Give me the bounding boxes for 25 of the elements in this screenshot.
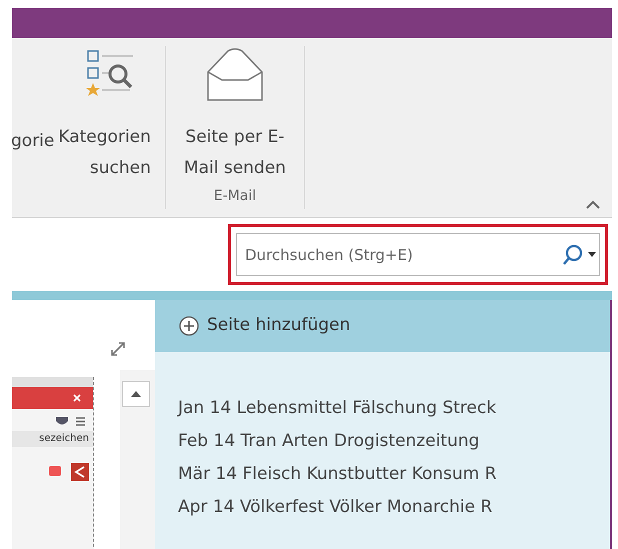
dropdown-caret-icon[interactable] bbox=[588, 252, 596, 258]
plus-circle-icon bbox=[179, 316, 199, 336]
group-label: E-Mail bbox=[214, 187, 256, 206]
expand-icon[interactable] bbox=[109, 340, 127, 358]
search-icon[interactable] bbox=[562, 244, 584, 266]
page-title[interactable]: Jan 14 Lebensmittel Fälschung Streck bbox=[178, 397, 610, 419]
send-mail-button[interactable]: Seite per E- Mail senden bbox=[180, 38, 290, 184]
share-icon bbox=[71, 463, 89, 481]
envelope-icon bbox=[206, 48, 264, 102]
ribbon-label: gorie bbox=[11, 130, 54, 152]
up-arrow-icon bbox=[131, 391, 141, 397]
category-search-button[interactable]: Kategorien suchen bbox=[54, 38, 155, 184]
thumbnail-caption: sezeichen bbox=[12, 431, 93, 447]
menu-icon bbox=[76, 417, 85, 426]
add-page-button[interactable]: Seite hinzufügen bbox=[155, 300, 610, 352]
page-title[interactable]: Apr 14 Völkerfest Völker Monarchie R bbox=[178, 496, 610, 518]
page-title[interactable]: Mär 14 Fleisch Kunstbutter Konsum R bbox=[178, 463, 610, 485]
category-search-icon bbox=[84, 48, 135, 98]
extension-icon bbox=[47, 463, 63, 479]
pocket-icon bbox=[56, 417, 68, 427]
collapse-caret-icon[interactable] bbox=[586, 200, 600, 209]
page-title[interactable]: Feb 14 Tran Arten Drogistenzeitung bbox=[178, 430, 610, 452]
close-icon bbox=[73, 394, 81, 402]
scroll-up-button[interactable] bbox=[122, 381, 150, 407]
search-field[interactable]: Durchsuchen (Strg+E) bbox=[236, 233, 600, 276]
